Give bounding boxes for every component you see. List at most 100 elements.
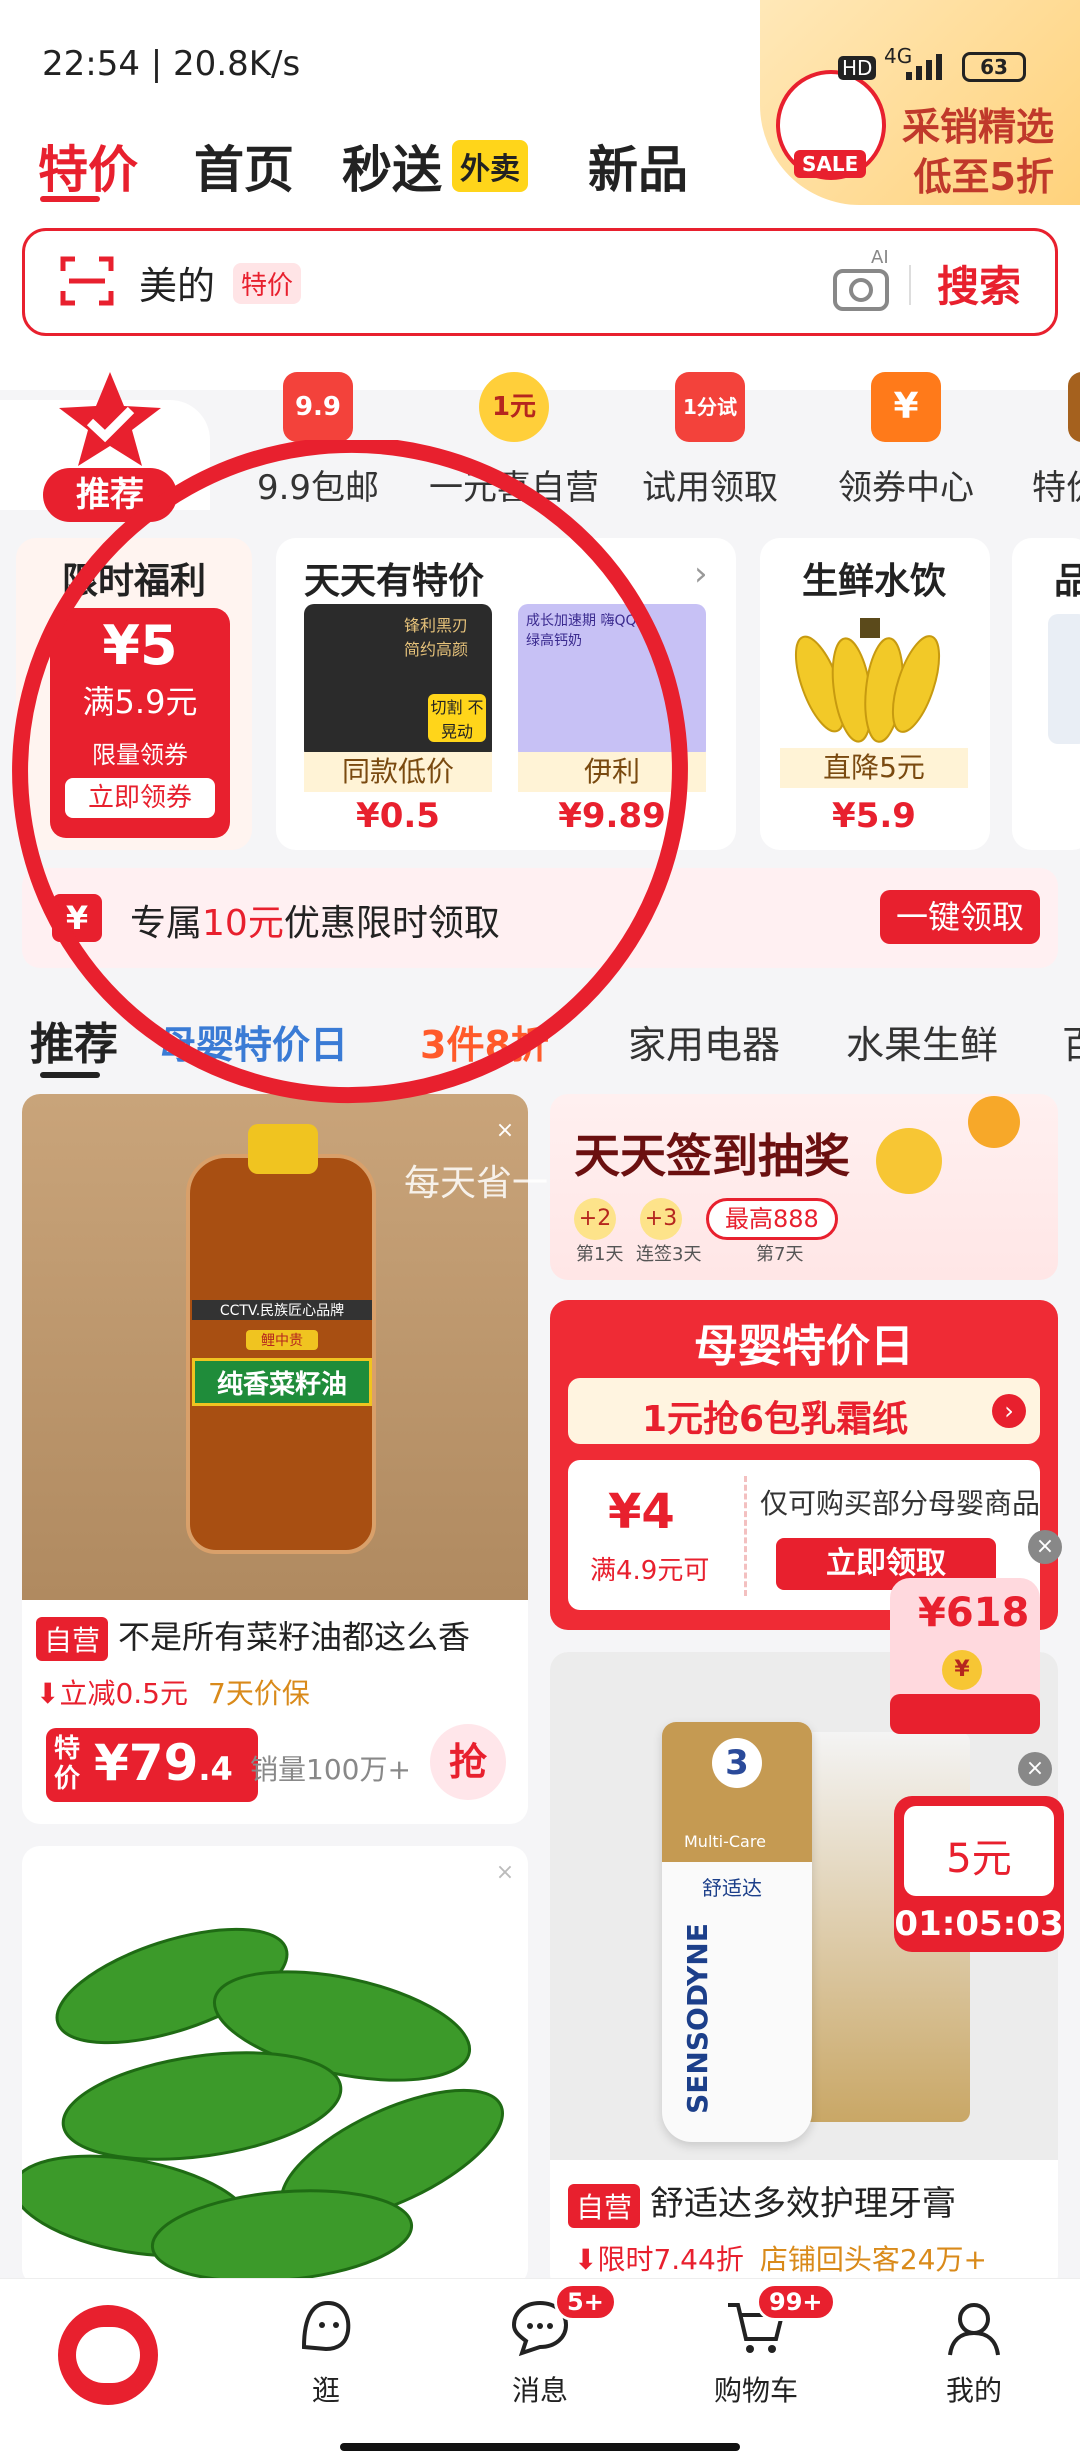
feed-tab-more[interactable]: 百: [1062, 1014, 1080, 1069]
tube-mc: Multi-Care: [684, 1832, 766, 1851]
signin-bonus-2: +3: [640, 1198, 682, 1240]
nav-label: 购物车: [713, 2374, 798, 2407]
takeaway-badge: 外卖: [452, 140, 528, 192]
sale-tag: SALE: [794, 150, 867, 178]
nav-profile[interactable]: 我的: [904, 2295, 1044, 2409]
claim-all-button[interactable]: 一键领取: [880, 890, 1040, 944]
tp-title-row: 自营 舒适达多效护理牙膏: [568, 2176, 956, 2228]
gold-ball-icon: [968, 1096, 1020, 1148]
tube-brand: SENSODYNE: [680, 1923, 714, 2114]
oil-bottle: [186, 1154, 376, 1554]
countdown-widget[interactable]: 5元 01:05:03: [894, 1796, 1064, 1952]
nav-label: 我的: [945, 2374, 1002, 2407]
tube-number: 3: [712, 1738, 762, 1788]
category-coupon[interactable]: ¥ 领券中心: [816, 372, 996, 509]
mascot-face: [76, 2327, 140, 2383]
price-box: 特价 ¥79.4: [46, 1728, 258, 1802]
fresh-drink-card[interactable]: 生鲜水饮 直降5元 ¥5.9: [760, 538, 990, 850]
trial-icon: 1分试: [675, 372, 745, 442]
search-bar[interactable]: 美的 特价 AI 搜索: [22, 228, 1058, 336]
nav-home[interactable]: [38, 2295, 178, 2411]
search-button[interactable]: 搜索: [937, 253, 1021, 314]
search-input[interactable]: 美的: [139, 255, 215, 310]
oil-title-row: 自营 不是所有菜籽油都这么香: [36, 1612, 470, 1661]
oil-brand: CCTV.民族匠心品牌: [192, 1300, 372, 1320]
product-card-toothpaste[interactable]: 3 Multi-Care 舒适达 SENSODYNE 自营 舒适达多效护理牙膏 ⬇…: [550, 1652, 1058, 2292]
feed-tab-fruit[interactable]: 水果生鲜: [846, 1014, 998, 1069]
baby-sub: 1元抢6包乳霜纸: [642, 1399, 909, 1440]
bottom-nav: 逛 消息 5+ 购物车 99+ 我的: [0, 2278, 1080, 2460]
close-icon[interactable]: ×: [1028, 1530, 1062, 1564]
product-price: ¥79.4: [94, 1734, 233, 1792]
close-icon[interactable]: ×: [1018, 1752, 1052, 1786]
product-price: ¥5.9: [832, 796, 916, 836]
discount-text: 立减0.5元: [59, 1677, 188, 1710]
tab-special[interactable]: 特价: [38, 130, 138, 202]
water-bottle-image: [1048, 614, 1080, 744]
mascot-home-icon: [58, 2305, 158, 2405]
oil-label: 纯香菜籽油: [192, 1358, 372, 1406]
pepper-image: [22, 1927, 504, 2283]
coupon-icon: ¥: [871, 372, 941, 442]
price-guarantee: 7天价保: [208, 1677, 310, 1710]
battery-level: 63: [980, 55, 1008, 79]
toothpaste-tube: 3 Multi-Care 舒适达 SENSODYNE: [662, 1722, 812, 2142]
partial-card[interactable]: 品: [1012, 538, 1080, 850]
1yuan-icon: 1元: [479, 372, 549, 442]
product-title: 不是所有菜籽油都这么香: [118, 1618, 471, 1656]
profile-icon: [948, 2303, 1000, 2356]
float-red-band: [890, 1694, 1040, 1734]
product-title: 舒适达多效护理牙膏: [650, 2184, 957, 2224]
tab-instant[interactable]: 秒送: [342, 130, 442, 202]
promo-banner[interactable]: SALE 采销精选 低至5折: [760, 0, 1080, 205]
coupon-divider: [744, 1476, 747, 1596]
cart-badge: 99+: [756, 2283, 836, 2321]
float-618-widget[interactable]: ¥618 ¥: [890, 1568, 1040, 1744]
down-arrow-icon: ⬇: [574, 2243, 598, 2276]
self-operated-badge: 自营: [36, 1617, 109, 1661]
category-label: 特价: [1032, 468, 1080, 508]
nav-browse[interactable]: 逛: [256, 2295, 396, 2409]
tab-new[interactable]: 新品: [588, 130, 688, 202]
tab-underline: [40, 196, 100, 202]
sales-count: 销量100万+: [250, 1753, 411, 1786]
hd-icon: HD: [838, 56, 877, 80]
price-integer: ¥79: [94, 1734, 199, 1792]
oil-discount-row: ⬇立减0.5元 7天价保: [36, 1672, 310, 1712]
banana-image: [794, 618, 941, 743]
coin-icon: ¥: [942, 1650, 982, 1690]
signal-icon: [906, 54, 942, 80]
product-tag: 直降5元: [780, 748, 968, 788]
countdown-amount: 5元: [946, 1836, 1012, 1882]
scan-icon[interactable]: [59, 253, 115, 309]
search-tag: 特价: [233, 263, 302, 304]
home-indicator: [340, 2443, 740, 2451]
product-card-pepper[interactable]: ×: [22, 1846, 528, 2286]
category-special[interactable]: 特价: [1012, 372, 1080, 509]
message-badge: 5+: [554, 2283, 617, 2321]
coupon-desc: 仅可购买部分母婴商品: [760, 1487, 1041, 1520]
tube-sub: 舒适达: [702, 1876, 762, 1900]
promo-line1: 采销精选: [901, 105, 1054, 149]
nav-label: 逛: [311, 2374, 340, 2407]
signin-max: 最高888: [706, 1198, 838, 1240]
arrow-right-icon: ›: [992, 1394, 1026, 1428]
ai-label: AI: [871, 247, 889, 268]
coupon-condition: 满4.9元可: [590, 1556, 710, 1586]
grab-button[interactable]: 抢: [430, 1724, 506, 1800]
special-icon: [1068, 372, 1080, 442]
coupon-amount: ¥4: [608, 1484, 675, 1540]
discount-text: 限时7.44折: [597, 2243, 744, 2276]
repeat-customers: 店铺回头客24万+: [759, 2243, 987, 2276]
self-operated-badge: 自营: [568, 2183, 641, 2228]
product-image-banana[interactable]: [780, 604, 968, 754]
price-decimal: .4: [198, 1750, 233, 1788]
9.9-icon: 9.9: [283, 372, 353, 442]
signin-bonus-1: +2: [574, 1198, 616, 1240]
signin-day7: 第7天: [756, 1244, 804, 1265]
tab-home[interactable]: 首页: [194, 130, 294, 202]
baby-title: 母婴特价日: [694, 1321, 914, 1372]
status-time: 22:54 | 20.8K/s: [42, 44, 301, 84]
countdown-timer: 01:05:03: [894, 1904, 1064, 1944]
baby-sub-bar[interactable]: 1元抢6包乳霜纸 ›: [568, 1378, 1040, 1444]
